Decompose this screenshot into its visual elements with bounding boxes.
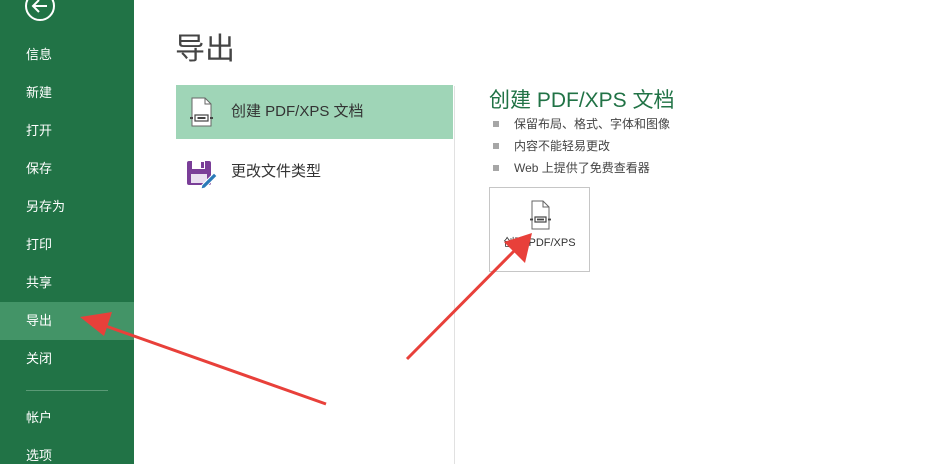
pdf-document-icon [527,200,553,230]
nav-separator [26,390,108,391]
option-label: 更改文件类型 [231,163,322,180]
feature-item: 保留布局、格式、字体和图像 [491,113,670,135]
detail-title: 创建 PDF/XPS 文档 [489,89,675,112]
feature-item: 内容不能轻易更改 [491,135,670,157]
create-pdf-xps-button[interactable]: 创建 PDF/XPS [489,187,590,272]
nav-save-as[interactable]: 另存为 [0,188,134,226]
pdf-document-icon [184,95,218,129]
back-arrow-icon [25,0,55,21]
back-button[interactable] [24,0,56,22]
nav-share[interactable]: 共享 [0,264,134,302]
nav-account[interactable]: 帐户 [0,399,134,437]
panel-divider [454,86,455,464]
option-change-file-type[interactable]: 更改文件类型 [176,145,453,199]
nav-save[interactable]: 保存 [0,150,134,188]
nav-open[interactable]: 打开 [0,112,134,150]
page-title: 导出 [175,33,235,66]
option-label: 创建 PDF/XPS 文档 [231,103,364,120]
nav-new[interactable]: 新建 [0,74,134,112]
nav-options[interactable]: 选项 [0,437,134,475]
feature-list: 保留布局、格式、字体和图像 内容不能轻易更改 Web 上提供了免费查看器 [491,113,670,179]
annotation-arrows [80,233,532,406]
option-create-pdf-xps[interactable]: 创建 PDF/XPS 文档 [176,85,453,139]
nav-close[interactable]: 关闭 [0,340,134,378]
nav-export[interactable]: 导出 [0,302,134,340]
button-label: 创建 PDF/XPS [503,237,576,249]
backstage-sidebar: 信息 新建 打开 保存 另存为 打印 共享 导出 关闭 帐户 选项 [0,0,134,464]
feature-item: Web 上提供了免费查看器 [491,157,670,179]
save-as-edit-icon [184,155,218,190]
nav-print[interactable]: 打印 [0,226,134,264]
nav-info[interactable]: 信息 [0,36,134,74]
